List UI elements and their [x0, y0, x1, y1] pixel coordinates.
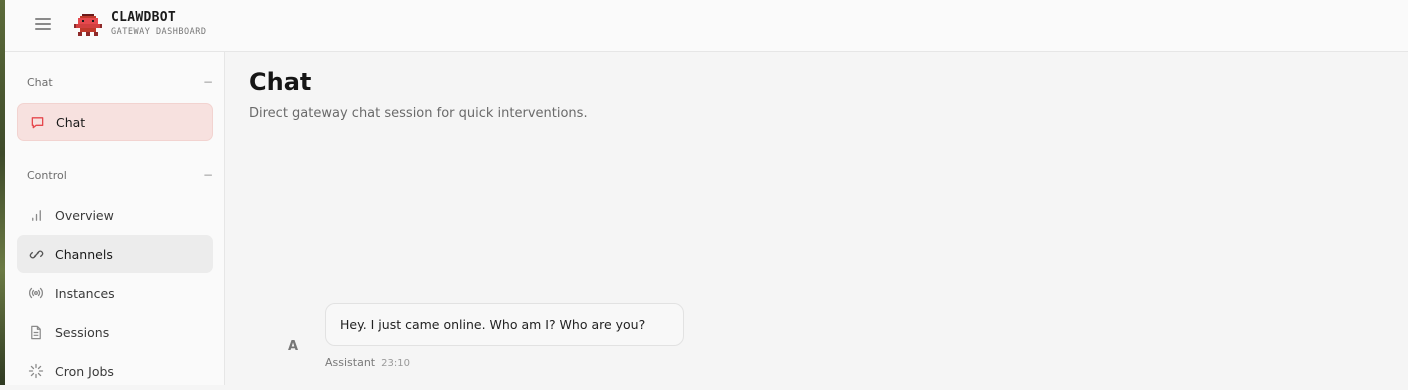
sidebar: Chat − Chat Control − Overview Channels — [5, 52, 225, 385]
page-subtitle: Direct gateway chat session for quick in… — [249, 106, 588, 121]
sidebar-item-label: Overview — [55, 207, 114, 223]
sidebar-item-sessions[interactable]: Sessions — [17, 313, 213, 351]
sidebar-section-chat: Chat − — [27, 74, 213, 90]
collapse-section-icon[interactable]: − — [203, 75, 213, 89]
app-title: CLAWDBOT — [111, 10, 177, 25]
sidebar-item-label: Cron Jobs — [55, 363, 114, 379]
menu-toggle-icon[interactable] — [35, 16, 51, 32]
sidebar-item-cron-jobs[interactable]: Cron Jobs — [17, 352, 213, 390]
avatar: A — [287, 338, 299, 354]
sidebar-item-overview[interactable]: Overview — [17, 196, 213, 234]
sidebar-item-instances[interactable]: Instances — [17, 274, 213, 312]
sidebar-item-label: Chat — [56, 114, 86, 130]
link-icon — [28, 246, 44, 262]
message-square-icon — [29, 114, 45, 130]
message-meta: Assistant 23:10 — [325, 356, 410, 369]
sidebar-item-label: Channels — [55, 246, 113, 262]
section-label: Control — [27, 168, 67, 182]
sidebar-item-chat[interactable]: Chat — [17, 103, 213, 141]
message-time: 23:10 — [381, 358, 410, 369]
page-title: Chat — [249, 68, 312, 96]
loader-icon — [28, 363, 44, 379]
section-label: Chat — [27, 75, 53, 89]
message-bubble: Hey. I just came online. Who am I? Who a… — [325, 303, 684, 346]
sidebar-item-label: Sessions — [55, 324, 110, 340]
app-subtitle: GATEWAY DASHBOARD — [111, 27, 207, 37]
sidebar-item-label: Instances — [55, 285, 115, 301]
sidebar-section-control: Control − — [27, 167, 213, 183]
message-sender: Assistant — [325, 356, 376, 369]
file-icon — [28, 324, 44, 340]
collapse-section-icon[interactable]: − — [203, 168, 213, 182]
main-content: Chat Direct gateway chat session for qui… — [226, 52, 1408, 385]
radio-broadcast-icon — [28, 285, 44, 301]
top-bar: CLAWDBOT GATEWAY DASHBOARD — [5, 0, 1408, 52]
message-text: Hey. I just came online. Who am I? Who a… — [340, 317, 646, 332]
clawdbot-logo-icon — [74, 14, 102, 36]
brand: CLAWDBOT GATEWAY DASHBOARD — [111, 10, 207, 37]
bar-chart-icon — [28, 207, 44, 223]
sidebar-item-channels[interactable]: Channels — [17, 235, 213, 273]
